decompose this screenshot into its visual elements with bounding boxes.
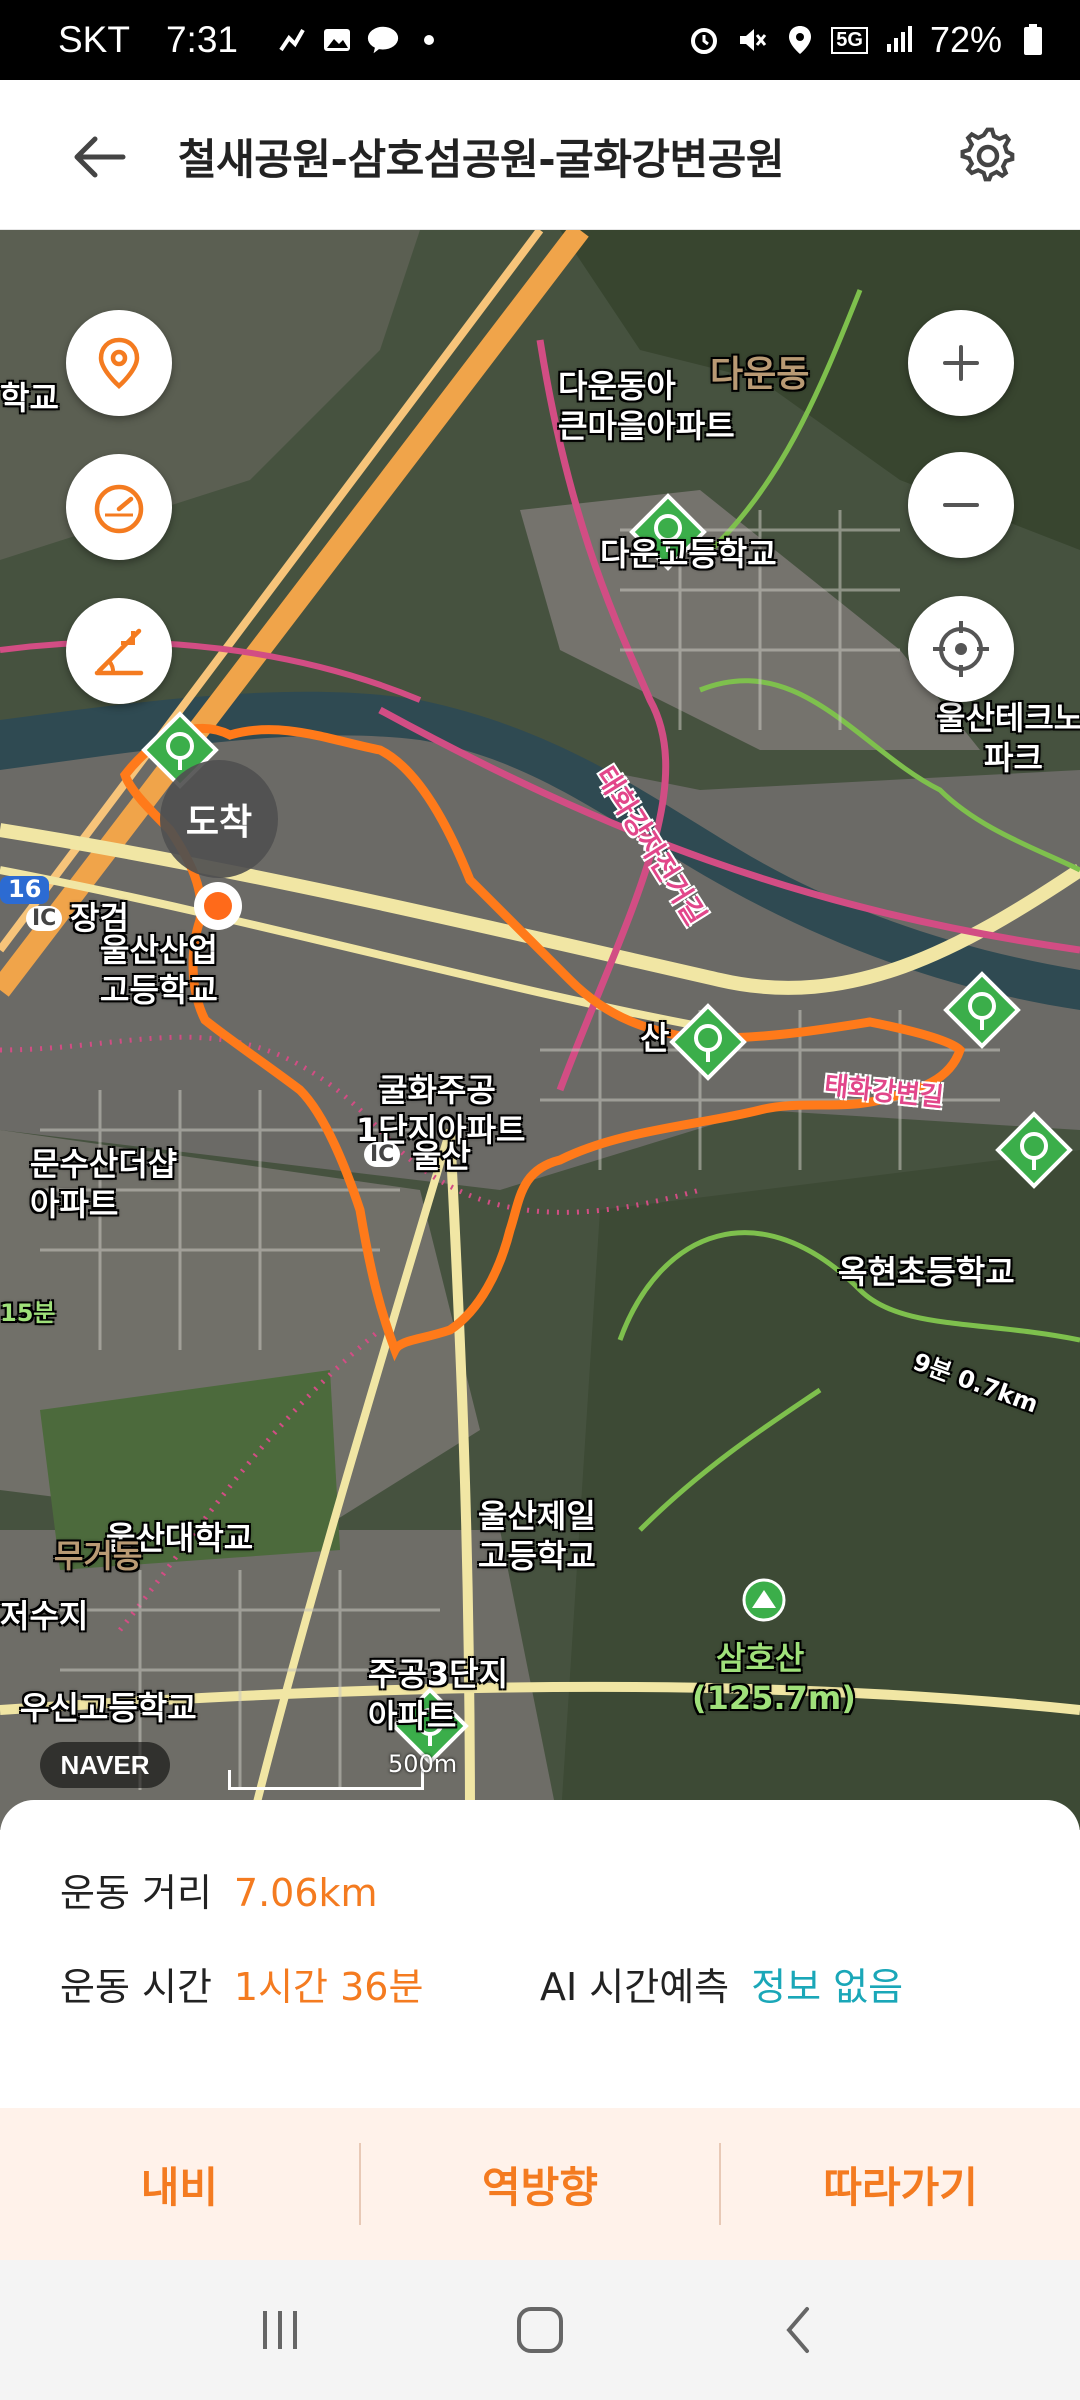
map-label: 저수지 bbox=[0, 1597, 89, 1635]
mute-icon bbox=[735, 23, 769, 57]
distance-value: 7.06km bbox=[233, 1871, 378, 1915]
map-label: 고등학교 bbox=[478, 1537, 596, 1575]
time-label: 운동 시간 bbox=[60, 1965, 212, 2009]
map-label: 울산테크노 bbox=[936, 699, 1080, 737]
app-header: 철새공원-삼호섬공원-굴화강변공원 bbox=[0, 80, 1080, 230]
back-icon[interactable] bbox=[755, 2285, 845, 2375]
signal-icon bbox=[882, 23, 916, 57]
zoom-in-icon[interactable] bbox=[908, 310, 1014, 416]
map-label: 아파트 bbox=[368, 1697, 457, 1735]
route-info-sheet: 운동 거리 7.06km 운동 시간 1시간 36분 AI 시간예측 정보 없음 bbox=[0, 1800, 1080, 2080]
map-label: 울산산업 bbox=[100, 931, 218, 969]
highway-number-badge: 16 bbox=[0, 875, 50, 904]
map-label: 산 bbox=[640, 1019, 670, 1057]
reverse-direction-button[interactable]: 역방향 bbox=[361, 2108, 720, 2260]
mountain-peak-icon bbox=[742, 1578, 786, 1622]
back-arrow-icon[interactable] bbox=[66, 124, 132, 190]
map-label: 무거동 bbox=[54, 1537, 143, 1575]
map-label: 15분 bbox=[0, 1299, 56, 1327]
navigation-button[interactable]: 내비 bbox=[0, 2108, 359, 2260]
time-stat: 운동 시간 1시간 36분 bbox=[60, 1956, 423, 2011]
map-label: 고등학교 bbox=[100, 971, 218, 1009]
map-view[interactable]: 도착 학교 다운동아 큰마을아파트 다운동 다운고등학교 울산테크노 파크 태화… bbox=[0, 230, 1080, 1830]
network-type: 5G bbox=[831, 26, 868, 54]
system-nav-bar bbox=[0, 2260, 1080, 2400]
follow-route-button[interactable]: 따라가기 bbox=[721, 2108, 1080, 2260]
home-icon[interactable] bbox=[495, 2285, 585, 2375]
naver-logo: NAVER bbox=[40, 1742, 170, 1788]
map-label: 큰마을아파트 bbox=[558, 407, 735, 445]
gallery-icon bbox=[320, 23, 354, 57]
distance-stat: 운동 거리 7.06km bbox=[60, 1862, 378, 1917]
map-label: 삼호산 bbox=[716, 1639, 805, 1677]
activity-icon bbox=[274, 23, 308, 57]
crosshair-icon[interactable] bbox=[908, 596, 1014, 702]
map-label: 울산제일 bbox=[478, 1497, 596, 1535]
map-label: 파크 bbox=[984, 739, 1043, 777]
map-label: 문수산더샵 bbox=[30, 1145, 178, 1183]
alarm-icon bbox=[687, 23, 721, 57]
ai-value: 정보 없음 bbox=[751, 1965, 904, 2009]
distance-label: 운동 거리 bbox=[60, 1871, 212, 1915]
map-label: 다운동 bbox=[710, 354, 810, 395]
map-label: 옥현초등학교 bbox=[838, 1253, 1015, 1291]
map-scale-label: 500m bbox=[388, 1750, 458, 1778]
ic-badge: IC bbox=[364, 1142, 401, 1168]
carrier-name: SKT bbox=[58, 19, 130, 60]
park-marker-icon[interactable] bbox=[994, 1110, 1074, 1190]
map-label: 학교 bbox=[0, 379, 59, 417]
map-label: (125.7m) bbox=[692, 1679, 856, 1717]
arrival-marker[interactable]: 도착 bbox=[160, 760, 278, 878]
page-title: 철새공원-삼호섬공원-굴화강변공원 bbox=[178, 135, 784, 184]
location-icon bbox=[783, 23, 817, 57]
zoom-out-icon[interactable] bbox=[908, 452, 1014, 558]
map-label: 울산 bbox=[412, 1137, 471, 1175]
location-pin-icon[interactable] bbox=[66, 310, 172, 416]
map-label: 아파트 bbox=[30, 1185, 119, 1223]
map-label: 다운고등학교 bbox=[600, 535, 777, 573]
satellite-map bbox=[0, 230, 1080, 1830]
recents-icon[interactable] bbox=[235, 2285, 325, 2375]
map-label: 굴화주공 bbox=[378, 1071, 496, 1109]
talk-icon bbox=[366, 23, 400, 57]
ai-prediction-stat: AI 시간예측 정보 없음 bbox=[540, 1956, 903, 2011]
park-marker-icon[interactable] bbox=[942, 970, 1022, 1050]
park-marker-icon[interactable] bbox=[668, 1002, 748, 1082]
speedometer-icon[interactable] bbox=[66, 454, 172, 560]
battery-icon bbox=[1016, 23, 1050, 57]
gear-icon[interactable] bbox=[952, 120, 1024, 192]
action-bar: 내비 역방향 따라가기 bbox=[0, 2108, 1080, 2260]
map-label: 우신고등학교 bbox=[20, 1689, 197, 1727]
battery-percent: 72% bbox=[929, 19, 1002, 60]
map-label: 다운동아 bbox=[558, 367, 676, 405]
slope-icon[interactable] bbox=[66, 598, 172, 704]
route-start-marker bbox=[194, 882, 242, 930]
clock: 7:31 bbox=[165, 19, 238, 60]
ic-badge: IC bbox=[26, 906, 63, 932]
status-bar: SKT 7:31 5G 72% bbox=[0, 0, 1080, 80]
dot-icon bbox=[412, 23, 446, 57]
ai-label: AI 시간예측 bbox=[540, 1965, 730, 2009]
map-label: 주공3단지 bbox=[368, 1655, 509, 1693]
time-value: 1시간 36분 bbox=[233, 1965, 424, 2009]
